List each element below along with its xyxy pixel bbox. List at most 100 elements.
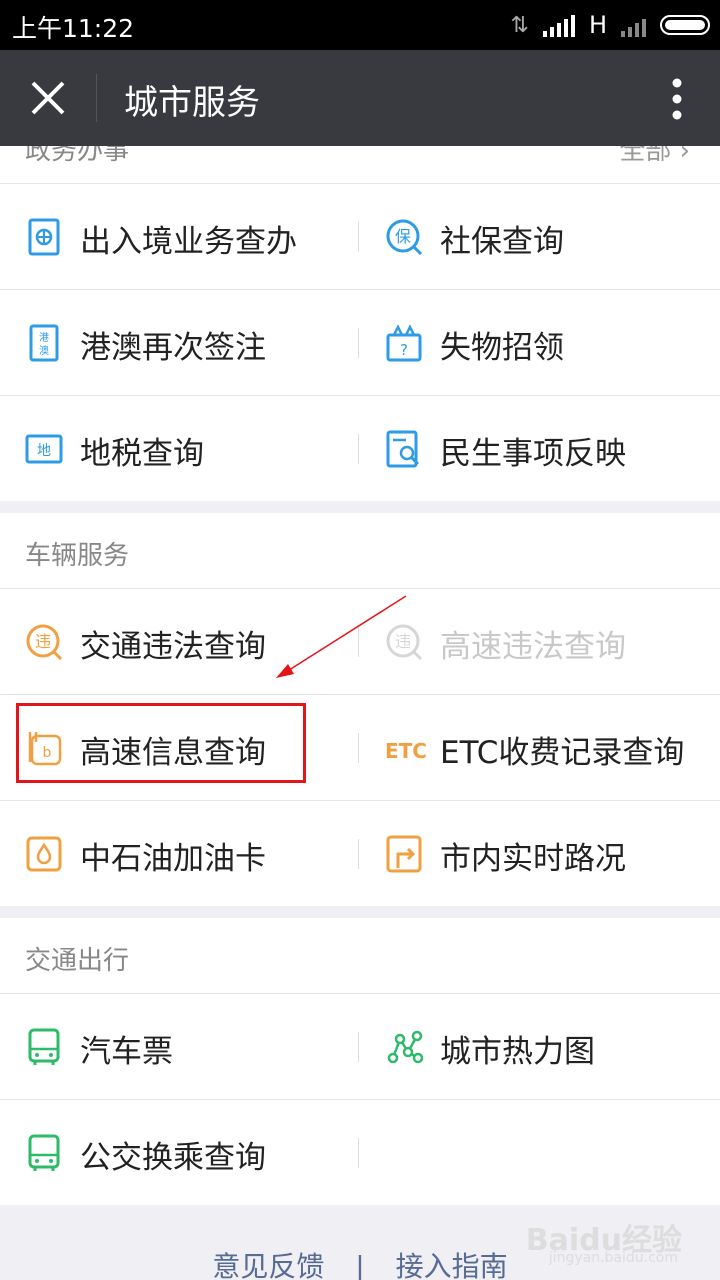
service-label: 市内实时路况 [440,841,626,877]
grid-row: 地 地税查询 民生事项反映 [0,396,720,501]
lost-found-box-icon: ? [386,324,422,362]
title-bar: 城市服务 [0,50,720,146]
section-title: 车辆服务 [25,541,130,571]
service-label: 出入境业务查办 [80,224,297,260]
column-divider [358,1032,359,1062]
signal-secondary-icon [621,13,646,37]
guide-link[interactable]: 接入指南 [396,1245,508,1280]
grid-row: 公交换乘查询 [0,1100,720,1205]
service-label: 高速信息查询 [80,735,266,771]
page-title: 城市服务 [124,83,260,123]
passport-globe-icon [28,218,60,256]
section-gov: 政务办事 全部 › 出入境业务查办 保 社保查询 港 澳 港澳再次签注 ? 失物… [0,146,720,501]
service-item[interactable]: 中石油加油卡 [0,801,360,906]
close-icon[interactable] [28,78,68,118]
grid-row: b 高速信息查询 ETC ETC收费记录查询 [0,695,720,801]
title-divider [96,74,97,122]
svg-text:港: 港 [39,332,49,344]
content: 政务办事 全部 › 出入境业务查办 保 社保查询 港 澳 港澳再次签注 ? 失物… [0,146,720,1280]
service-item[interactable]: 出入境业务查办 [0,184,360,289]
local-tax-di-icon: 地 [25,434,63,464]
svg-text:违: 违 [395,632,411,651]
hk-macau-pass-icon: 港 澳 [29,324,59,362]
svg-text:澳: 澳 [39,344,49,357]
network-type: H [588,11,607,39]
signal-icon [542,13,575,37]
service-label: ETC收费记录查询 [440,735,685,771]
service-item[interactable]: ETC ETC收费记录查询 [360,695,720,800]
etc-icon-text: ETC [385,739,426,763]
section-title: 政务办事 [25,146,130,166]
service-item-disabled[interactable]: 违 高速违法查询 [360,589,720,694]
service-item[interactable]: 汽车票 [0,994,360,1099]
grid-row: 中石油加油卡 市内实时路况 [0,801,720,906]
service-label: 社保查询 [440,224,564,260]
traffic-violation-wei-icon: 违 [26,624,63,661]
svg-text:违: 违 [35,632,51,651]
see-all-link[interactable]: 全部 › [619,146,690,167]
section-header: 政务办事 全部 › [0,146,720,184]
grid-row: 出入境业务查办 保 社保查询 [0,184,720,290]
status-icons: ⇅ H [511,10,710,40]
column-divider [358,328,359,358]
section-title: 交通出行 [25,946,130,976]
battery-icon [660,15,710,35]
column-divider [358,434,359,464]
section-header: 交通出行 [0,918,720,994]
feedback-link[interactable]: 意见反馈 [212,1245,324,1280]
service-label: 地税查询 [80,436,204,472]
column-divider [358,627,359,657]
screen: 上午11:22 ⇅ H 城市服务 政务办事 全部 › 出入境业务查办 保 社保查… [0,0,720,1280]
data-transfer-icon: ⇅ [510,12,529,38]
service-item[interactable]: 地 地税查询 [0,396,360,501]
grid-row: 违 交通违法查询 违 高速违法查询 [0,589,720,695]
more-menu-icon[interactable] [672,78,682,120]
service-label: 民生事项反映 [440,436,626,472]
column-divider [358,222,359,252]
svg-text:b: b [43,745,52,761]
service-item[interactable]: 城市热力图 [360,994,720,1099]
service-label: 交通违法查询 [80,629,266,665]
bus-transfer-icon [28,1134,60,1171]
service-item[interactable]: b 高速信息查询 [0,695,360,800]
highway-violation-wei-icon: 违 [386,624,423,661]
service-label: 港澳再次签注 [80,330,266,366]
status-time: 上午11:22 [12,14,135,43]
social-security-bao-icon: 保 [386,219,423,256]
svg-text:地: 地 [37,443,51,459]
service-label: 失物招领 [440,330,564,366]
road-condition-icon [386,835,422,873]
watermark-url: jingyan.baidu.com [548,1250,678,1266]
service-item[interactable]: 保 社保查询 [360,184,720,289]
service-label: 高速违法查询 [440,629,626,665]
grid-row: 汽车票 城市热力图 [0,994,720,1100]
service-item[interactable]: 市内实时路况 [360,801,720,906]
bus-ticket-icon [28,1028,60,1065]
service-item[interactable]: 违 交通违法查询 [0,589,360,694]
service-label: 公交换乘查询 [80,1140,266,1176]
footer-separator: | [355,1250,365,1280]
section-vehicle: 车辆服务 违 交通违法查询 违 高速违法查询 b 高速信息查询 ETC ETC收… [0,513,720,906]
grid-row: 港 澳 港澳再次签注 ? 失物招领 [0,290,720,396]
heatmap-nodes-icon [387,1030,424,1064]
section-transit: 交通出行 汽车票 城市热力图 公交换乘查询 [0,918,720,1205]
service-item[interactable]: ? 失物招领 [360,290,720,395]
service-item[interactable]: 港 澳 港澳再次签注 [0,290,360,395]
service-item[interactable]: 公交换乘查询 [0,1100,360,1205]
status-bar: 上午11:22 ⇅ H [0,0,720,50]
etc-icon: ETC [385,739,426,763]
service-label: 汽车票 [80,1034,173,1070]
document-search-icon [386,430,420,468]
fuel-card-drop-icon [26,836,62,872]
service-label: 中石油加油卡 [80,841,266,877]
svg-text:保: 保 [395,227,411,246]
column-divider [358,733,359,763]
svg-text:?: ? [400,341,408,359]
service-item[interactable]: 民生事项反映 [360,396,720,501]
column-divider [358,839,359,869]
service-label: 城市热力图 [440,1034,595,1070]
section-header: 车辆服务 [0,513,720,589]
see-all-label: 全部 [619,146,672,166]
highway-info-icon: b [28,732,62,766]
column-divider [358,1138,359,1168]
